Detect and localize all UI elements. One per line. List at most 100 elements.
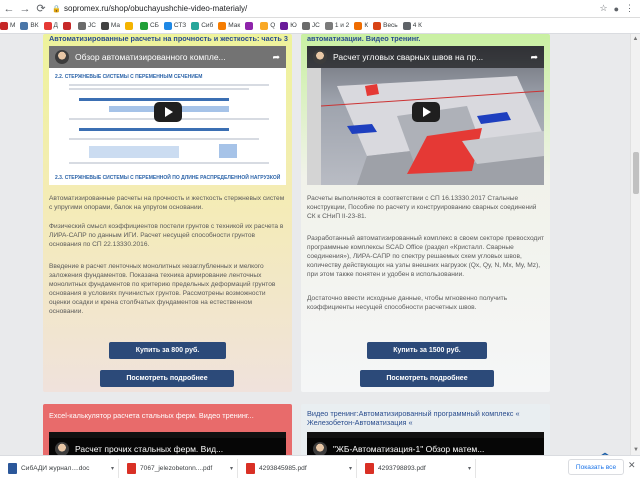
scrollbar-thumb[interactable] <box>633 152 639 194</box>
video-title[interactable]: Обзор автоматизированного компле... <box>75 52 272 62</box>
show-all-downloads-button[interactable]: Показать все <box>568 459 624 475</box>
bookmark-favicon-icon <box>100 21 109 30</box>
bookmark-item[interactable]: Сиб <box>191 21 214 30</box>
scroll-to-top-icon[interactable]: ︿ <box>598 442 612 455</box>
bookmark-label: Сиб <box>201 22 214 29</box>
file-icon <box>246 462 255 474</box>
chevron-down-icon[interactable]: ▾ <box>349 465 352 472</box>
bookmark-item[interactable] <box>62 21 73 30</box>
more-button[interactable]: Посмотреть подробнее <box>100 370 234 387</box>
bookmark-favicon-icon <box>301 21 310 30</box>
bookmark-item[interactable]: 1 и 2 <box>324 21 349 30</box>
bookmark-favicon-icon <box>20 21 29 30</box>
card-description: Достаточно ввести исходные данные, чтобы… <box>307 295 508 311</box>
bookmark-item[interactable]: К <box>354 21 369 30</box>
bookmark-favicon-icon <box>124 21 133 30</box>
bookmark-label: Мак <box>228 22 241 29</box>
more-button[interactable]: Посмотреть подробнее <box>360 370 494 387</box>
bookmark-favicon-icon <box>62 21 71 30</box>
menu-icon[interactable]: ⋮ <box>625 3 634 14</box>
share-icon[interactable]: ➦ <box>530 52 538 63</box>
bookmark-favicon-icon <box>0 21 8 30</box>
product-card-rc-automation: Видео тренинг:Автоматизированный програм… <box>301 404 550 455</box>
bookmark-item[interactable]: Q <box>260 21 275 30</box>
chevron-down-icon[interactable]: ▾ <box>111 465 114 472</box>
bookmark-label: Весь <box>383 22 398 29</box>
video-player[interactable]: 2.2. СТЕРЖНЕВЫЕ СИСТЕМЫ С ПЕРЕМЕННЫМ СЕЧ… <box>49 46 286 185</box>
card-title[interactable]: Видео тренинг:Автоматизированный програм… <box>307 409 547 427</box>
channel-avatar[interactable] <box>55 442 69 455</box>
address-bar[interactable]: 🔒 sopromex.ru/shop/obuchayushchie-video-… <box>52 2 599 16</box>
card-description: Введение в расчет ленточных монолитных н… <box>49 263 276 315</box>
card-description: Разработанный автоматизированный комплек… <box>307 235 545 278</box>
bookmark-item[interactable]: М <box>0 21 16 30</box>
bookmarks-bar: М ВК Д JC Ma СБ СТЗ Сиб Мак Q Ю JC 1 и 2 К Весь 4 К <box>0 18 640 34</box>
channel-avatar[interactable] <box>313 442 327 455</box>
bookmark-item[interactable]: Д <box>43 21 58 30</box>
card-title[interactable]: автоматизации. Видео тренинг. <box>307 34 547 43</box>
bookmark-item[interactable] <box>245 21 255 30</box>
chevron-down-icon[interactable]: ▾ <box>230 465 233 472</box>
bookmark-item[interactable]: ВК <box>20 21 39 30</box>
product-card-steel-trusses: Excel-калькулятор расчета стальных ферм.… <box>43 404 292 455</box>
scroll-down-icon[interactable]: ▼ <box>631 445 640 455</box>
bookmark-label: К <box>364 22 369 29</box>
bookmark-item[interactable]: Мак <box>218 21 241 30</box>
download-filename: СибАДИ журнал....doc <box>21 464 90 472</box>
buy-button[interactable]: Купить за 800 руб. <box>109 342 226 359</box>
bookmark-item[interactable]: СТЗ <box>163 21 187 30</box>
share-icon[interactable]: ➦ <box>272 52 280 63</box>
bookmark-favicon-icon <box>191 21 200 30</box>
bookmark-item[interactable]: Весь <box>373 21 398 30</box>
bookmark-item[interactable]: JC <box>77 21 96 30</box>
bookmark-label: М <box>10 22 16 29</box>
video-player[interactable]: Расчет прочих стальных ферм. Вид... <box>49 432 286 455</box>
browser-toolbar: ← → ⟳ 🔒 sopromex.ru/shop/obuchayushchie-… <box>0 0 640 18</box>
play-button[interactable] <box>154 102 182 122</box>
file-icon <box>127 462 136 474</box>
reload-icon[interactable]: ⟳ <box>34 2 48 16</box>
buy-button[interactable]: Купить за 1500 руб. <box>367 342 487 359</box>
star-icon[interactable]: ☆ <box>599 3 607 14</box>
forward-icon[interactable]: → <box>18 2 32 16</box>
card-title[interactable]: Excel-калькулятор расчета стальных ферм.… <box>49 411 289 420</box>
bookmark-item[interactable]: Ma <box>100 21 120 30</box>
bookmark-item[interactable]: Ю <box>280 21 297 30</box>
download-item[interactable]: 7067_jelezobetonn....pdf ▾ <box>123 458 238 478</box>
bookmark-label: JC <box>87 22 96 29</box>
bookmark-item[interactable] <box>124 21 135 30</box>
download-filename: 7067_jelezobetonn....pdf <box>140 464 213 472</box>
bookmark-item[interactable]: 4 К <box>402 21 422 30</box>
chevron-down-icon[interactable]: ▾ <box>468 465 471 472</box>
video-player[interactable]: "ЖБ-Автоматизация-1" Обзор матем... <box>307 432 544 455</box>
file-icon <box>8 462 17 474</box>
video-title[interactable]: Расчет прочих стальных ферм. Вид... <box>75 444 286 454</box>
close-icon[interactable]: ✕ <box>628 460 636 471</box>
bookmark-label: Ю <box>290 22 297 29</box>
profile-icon[interactable]: ● <box>614 4 619 14</box>
bookmark-label: ВК <box>30 22 39 29</box>
url-text: sopromex.ru/shop/obuchayushchie-video-ma… <box>64 4 248 13</box>
cad-toolbar <box>307 68 321 185</box>
channel-avatar[interactable] <box>313 50 327 64</box>
download-item[interactable]: 4293798893.pdf ▾ <box>361 458 476 478</box>
bookmark-label: JC <box>311 22 320 29</box>
scroll-up-icon[interactable]: ▲ <box>631 34 640 44</box>
bookmark-label: 4 К <box>412 22 422 29</box>
bookmark-item[interactable]: JC <box>301 21 320 30</box>
video-player[interactable]: Расчет угловых сварных швов на пр... ➦ <box>307 46 544 185</box>
bookmark-label: СТЗ <box>173 22 187 29</box>
product-card-strength-calc: Автоматизированные расчеты на прочность … <box>43 34 292 392</box>
download-item[interactable]: СибАДИ журнал....doc ▾ <box>4 458 119 478</box>
bookmark-item[interactable]: СБ <box>139 21 159 30</box>
play-button[interactable] <box>412 102 440 122</box>
download-filename: 4293798893.pdf <box>378 464 426 472</box>
channel-avatar[interactable] <box>55 50 69 64</box>
video-title[interactable]: Расчет угловых сварных швов на пр... <box>333 52 530 62</box>
back-icon[interactable]: ← <box>2 2 16 16</box>
card-title[interactable]: Автоматизированные расчеты на прочность … <box>49 34 289 43</box>
download-item[interactable]: 4293845985.pdf ▾ <box>242 458 357 478</box>
page-scrollbar[interactable]: ▲ ▼ <box>630 34 640 455</box>
video-title[interactable]: "ЖБ-Автоматизация-1" Обзор матем... <box>333 444 544 454</box>
product-card-welds: автоматизации. Видео тренинг. Расчет угл… <box>301 34 550 392</box>
